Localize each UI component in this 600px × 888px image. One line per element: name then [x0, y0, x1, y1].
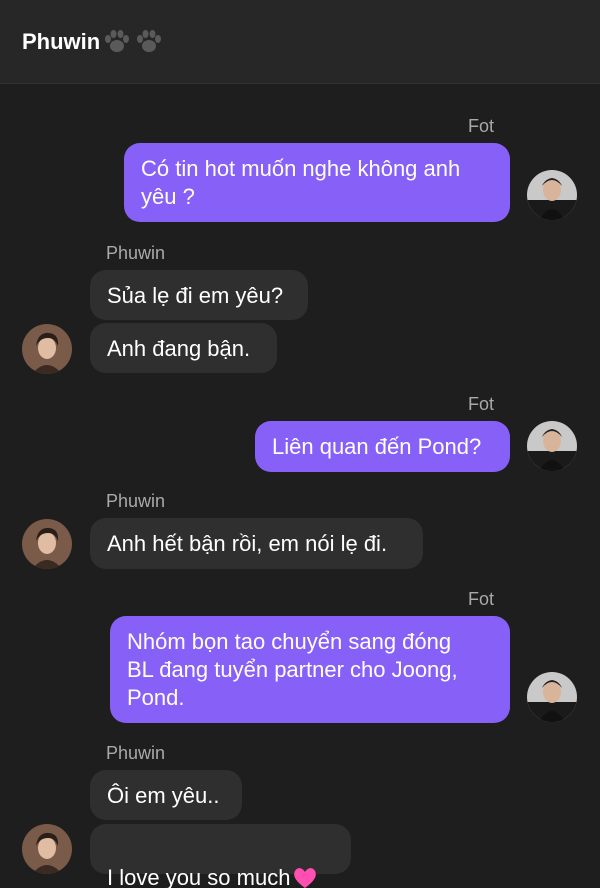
outgoing-message[interactable]: Có tin hot muốn nghe không anh yêu ? — [124, 143, 510, 222]
avatar-phuwin[interactable] — [22, 824, 72, 874]
sender-name: Fot — [467, 116, 494, 136]
avatar-fot[interactable] — [527, 170, 577, 220]
sender-name: Phuwin — [106, 743, 166, 763]
paw-icon — [105, 29, 130, 52]
incoming-message[interactable]: I love you so much — [90, 824, 351, 888]
incoming-message[interactable]: Ôi em yêu.. — [90, 770, 242, 820]
message-list[interactable]: Fot Có tin hot muốn nghe không anh yêu ?… — [0, 84, 600, 888]
avatar-phuwin[interactable] — [22, 324, 72, 374]
contact-name[interactable]: Phuwin — [22, 29, 100, 55]
avatar-fot[interactable] — [527, 672, 577, 722]
chat-header: Phuwin — [0, 0, 600, 84]
outgoing-message[interactable]: Liên quan đến Pond? — [255, 421, 510, 472]
avatar-phuwin[interactable] — [22, 519, 72, 569]
incoming-message[interactable]: Anh hết bận rồi, em nói lẹ đi. — [90, 518, 423, 569]
avatar-fot[interactable] — [527, 421, 577, 471]
sender-name: Phuwin — [106, 491, 166, 511]
sender-name: Phuwin — [106, 243, 166, 263]
title-emoji — [102, 29, 164, 55]
paw-icon — [137, 29, 162, 52]
incoming-message[interactable]: Sủa lẹ đi em yêu? — [90, 270, 308, 320]
incoming-message[interactable]: Anh đang bận. — [90, 323, 277, 373]
sender-name: Fot — [467, 394, 494, 414]
pink-heart-icon — [294, 868, 317, 888]
outgoing-message[interactable]: Nhóm bọn tao chuyển sang đóng BL đang tu… — [110, 616, 510, 723]
message-text: I love you so much — [107, 865, 291, 888]
sender-name: Fot — [467, 589, 494, 609]
